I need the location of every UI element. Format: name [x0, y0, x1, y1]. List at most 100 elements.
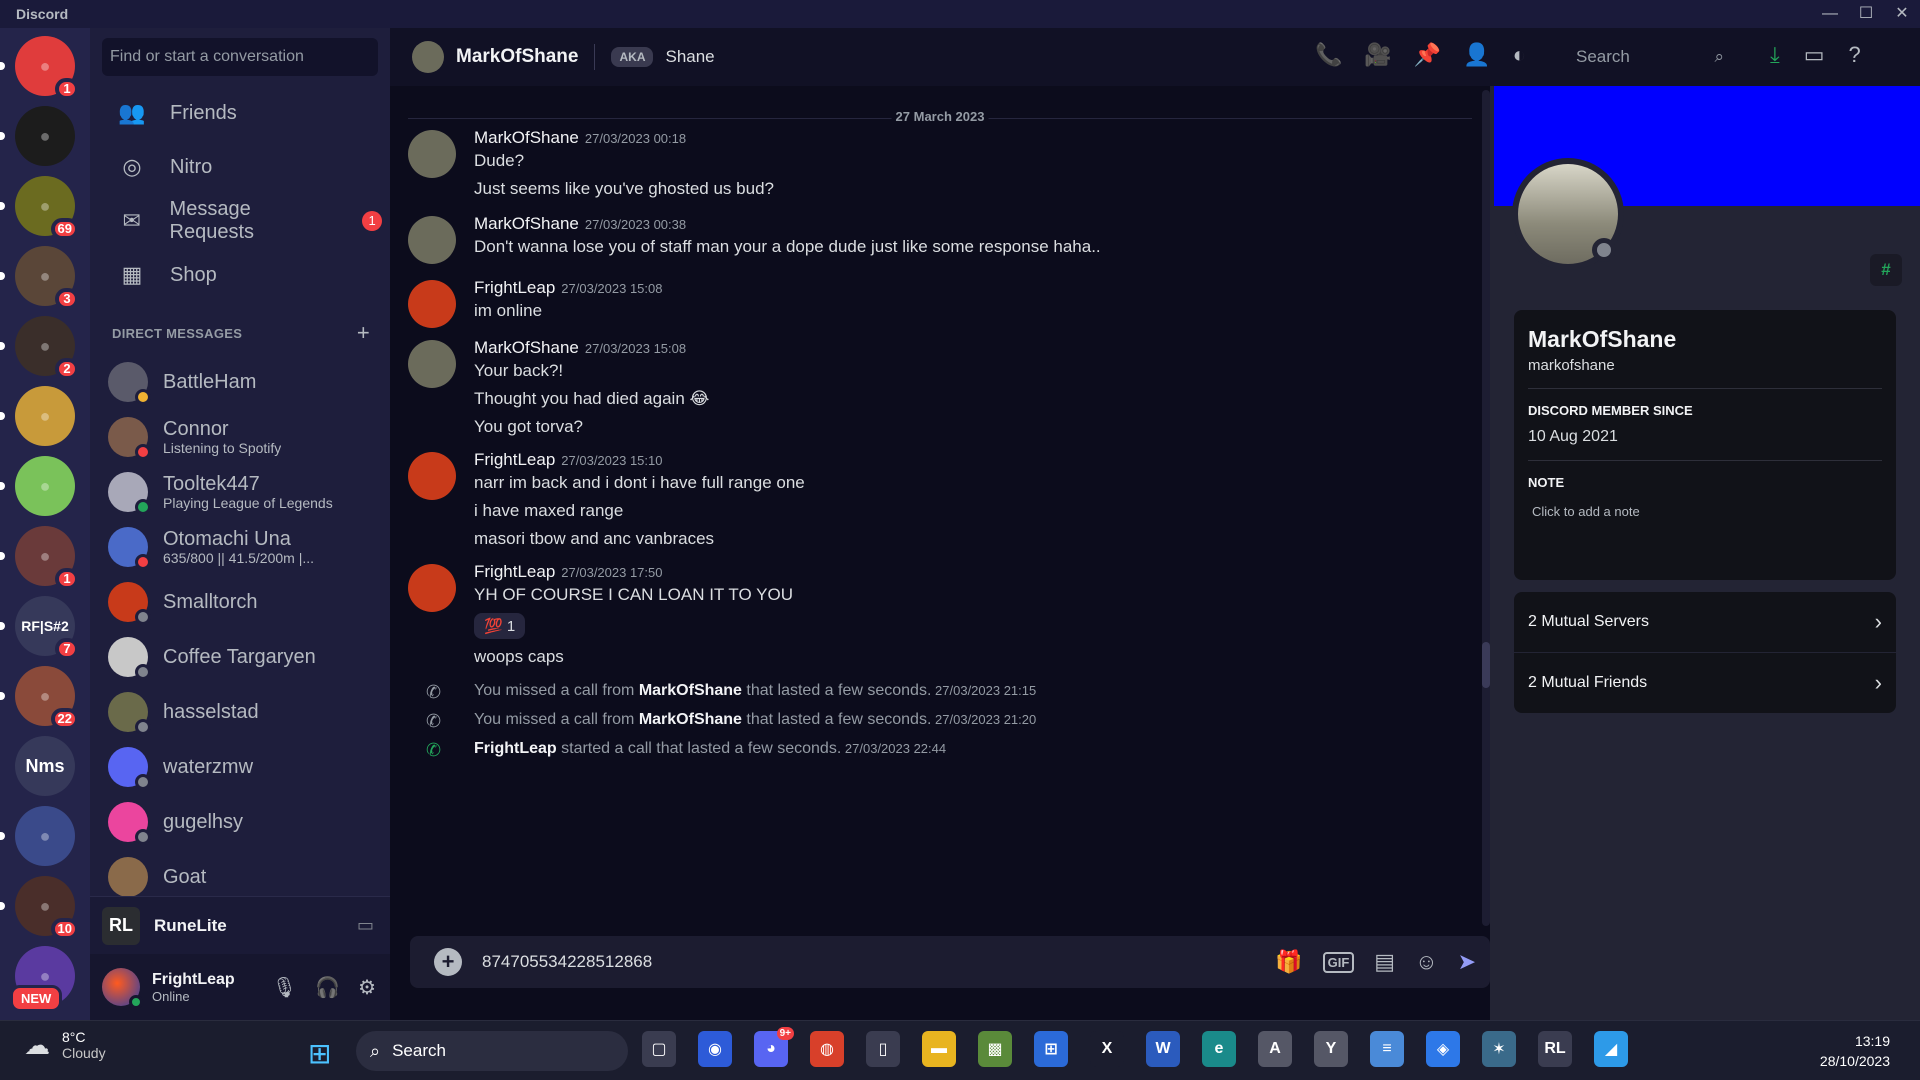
gift-icon[interactable]: 🎁 — [1275, 949, 1302, 975]
server-icon-7[interactable]: ● 1 — [0, 526, 79, 590]
dm-item[interactable]: Tooltek447 Playing League of Legends — [98, 464, 382, 519]
settings-gear-icon[interactable]: ⚙ — [358, 975, 376, 1000]
scrollbar-thumb[interactable] — [1482, 642, 1490, 688]
hashtag-badge-icon[interactable]: # — [1870, 254, 1902, 286]
nav-item-message-requests[interactable]: ✉ Message Requests 1 — [98, 194, 383, 248]
create-dm-icon[interactable]: + — [357, 320, 370, 346]
message-author[interactable]: FrightLeap — [474, 278, 555, 297]
taskbar-task-view-icon[interactable]: ▢ — [642, 1031, 676, 1067]
help-icon[interactable]: ? — [1849, 42, 1861, 68]
reaction-pill[interactable]: 💯 1 — [474, 613, 526, 639]
pin-icon[interactable]: 📌 — [1414, 42, 1441, 68]
message-author[interactable]: FrightLeap — [474, 562, 555, 581]
server-icon-11[interactable]: ● — [0, 806, 75, 866]
call-event-user[interactable]: MarkOfShane — [639, 682, 742, 699]
server-icon-12[interactable]: ● 10 — [0, 876, 79, 940]
inbox-icon[interactable]: ▭ — [1804, 42, 1825, 68]
message-author[interactable]: FrightLeap — [474, 450, 555, 469]
dm-item[interactable]: gugelhsy — [98, 794, 382, 849]
taskbar-mouse-icon[interactable]: ▯ — [866, 1031, 900, 1067]
mutual-friends-button[interactable]: 2 Mutual Friends › — [1514, 653, 1896, 713]
message-input[interactable]: 874705534228512868 — [482, 952, 652, 972]
message-scrollbar[interactable] — [1482, 90, 1490, 926]
user-profile-icon[interactable]: ◐ — [1513, 42, 1526, 68]
dm-item[interactable]: Connor Listening to Spotify — [98, 409, 382, 464]
nav-item-friends[interactable]: 👥 Friends — [98, 86, 382, 140]
nav-item-shop[interactable]: ▦ Shop — [98, 248, 382, 302]
taskbar-edge-icon[interactable]: e — [1202, 1031, 1236, 1067]
screen-share-icon[interactable]: ▭ — [357, 915, 374, 936]
weather-widget[interactable]: ☁ 8°C Cloudy — [24, 1029, 106, 1061]
maximize-button[interactable]: ☐ — [1848, 0, 1884, 28]
message-avatar[interactable] — [408, 216, 456, 264]
send-icon[interactable]: ➤ — [1458, 949, 1476, 975]
headphones-icon[interactable]: 🎧 — [315, 975, 340, 1000]
taskbar-runelite-icon[interactable]: RL — [1538, 1031, 1572, 1067]
message-author[interactable]: MarkOfShane — [474, 338, 579, 357]
taskbar-app-blue-icon[interactable]: ◈ — [1426, 1031, 1460, 1067]
server-icon-8[interactable]: RF|S#2 7 — [0, 596, 79, 660]
user-avatar[interactable] — [102, 968, 143, 1009]
conversation-search[interactable]: Find or start a conversation — [102, 38, 378, 76]
message-avatar[interactable] — [408, 280, 456, 328]
message-avatar[interactable] — [408, 130, 456, 178]
voice-call-icon[interactable]: 📞 — [1315, 42, 1342, 68]
close-button[interactable]: ✕ — [1884, 0, 1920, 28]
microphone-icon[interactable]: 🎙 — [272, 975, 297, 1000]
taskbar-chrome-icon[interactable]: ◍ — [810, 1031, 844, 1067]
taskbar-zoom-icon[interactable]: ◉ — [698, 1031, 732, 1067]
note-input[interactable]: Click to add a note — [1532, 504, 1882, 519]
profile-avatar[interactable] — [1512, 158, 1624, 270]
server-icon-3[interactable]: ● 3 — [0, 246, 79, 310]
emoji-icon[interactable]: ☺ — [1415, 949, 1437, 975]
message-avatar[interactable] — [408, 564, 456, 612]
server-icon-9[interactable]: ● 22 — [0, 666, 79, 730]
message-avatar[interactable] — [408, 340, 456, 388]
dm-item[interactable]: Coffee Targaryen — [98, 629, 382, 684]
dm-item[interactable]: BattleHam — [98, 354, 382, 409]
windows-start-icon[interactable]: ⊞ — [308, 1037, 331, 1070]
message-avatar[interactable] — [408, 452, 456, 500]
server-icon-10[interactable]: Nms — [15, 736, 75, 796]
taskbar-file-explorer-icon[interactable]: ▬ — [922, 1031, 956, 1067]
taskbar-app-a-icon[interactable]: A — [1258, 1031, 1292, 1067]
server-icon-5[interactable]: ● — [0, 386, 75, 446]
taskbar-app-gear-icon[interactable]: ✶ — [1482, 1031, 1516, 1067]
attach-plus-icon[interactable]: + — [434, 948, 462, 976]
sticker-icon[interactable]: ▤ — [1374, 949, 1395, 975]
taskbar-xcode-like-icon[interactable]: X — [1090, 1031, 1124, 1067]
taskbar-ms-store-icon[interactable]: ⊞ — [1034, 1031, 1068, 1067]
gif-icon[interactable]: GIF — [1322, 951, 1355, 973]
server-icon-6[interactable]: ● — [0, 456, 75, 516]
search-icon: ⌕ — [370, 1040, 381, 1061]
video-call-icon[interactable]: 🎥 — [1364, 42, 1391, 68]
server-icon-1[interactable]: ● — [0, 106, 75, 166]
message-author[interactable]: MarkOfShane — [474, 128, 579, 147]
dm-item[interactable]: waterzmw — [98, 739, 382, 794]
mutual-servers-button[interactable]: 2 Mutual Servers › — [1514, 592, 1896, 652]
taskbar-word-icon[interactable]: W — [1146, 1031, 1180, 1067]
call-event-user[interactable]: MarkOfShane — [639, 711, 742, 728]
taskbar-minecraft-icon[interactable]: ▩ — [978, 1031, 1012, 1067]
search-input[interactable]: Search ⌕ — [1568, 42, 1728, 72]
nav-item-nitro[interactable]: ◎ Nitro — [98, 140, 382, 194]
download-icon[interactable]: ⤓ — [1770, 42, 1780, 68]
server-icon-4[interactable]: ● 2 — [0, 316, 79, 380]
dm-item[interactable]: Otomachi Una 635/800 || 41.5/200m |... — [98, 519, 382, 574]
chevron-right-icon: › — [1874, 609, 1882, 634]
taskbar-notepad-icon[interactable]: ≡ — [1370, 1031, 1404, 1067]
dm-item[interactable]: Smalltorch — [98, 574, 382, 629]
minimize-button[interactable]: — — [1812, 0, 1848, 28]
system-clock[interactable]: 13:19 28/10/2023 — [1820, 1031, 1890, 1071]
taskbar-discord-icon[interactable]: ◕ 9+ — [754, 1027, 794, 1067]
server-icon-0[interactable]: ● 1 — [0, 36, 79, 100]
taskbar-app-paint-icon[interactable]: ◢ — [1594, 1031, 1628, 1067]
dm-item[interactable]: hasselstad — [98, 684, 382, 739]
call-event-user[interactable]: FrightLeap — [474, 740, 557, 757]
message-author[interactable]: MarkOfShane — [474, 214, 579, 233]
add-friends-icon[interactable]: 👤 — [1463, 42, 1490, 68]
taskbar-app-y-icon[interactable]: Y — [1314, 1031, 1348, 1067]
server-icon-2[interactable]: ● 69 — [0, 176, 79, 240]
taskbar-search[interactable]: ⌕ Search — [356, 1031, 628, 1071]
server-icon-13[interactable]: ● NEW — [10, 946, 75, 1012]
